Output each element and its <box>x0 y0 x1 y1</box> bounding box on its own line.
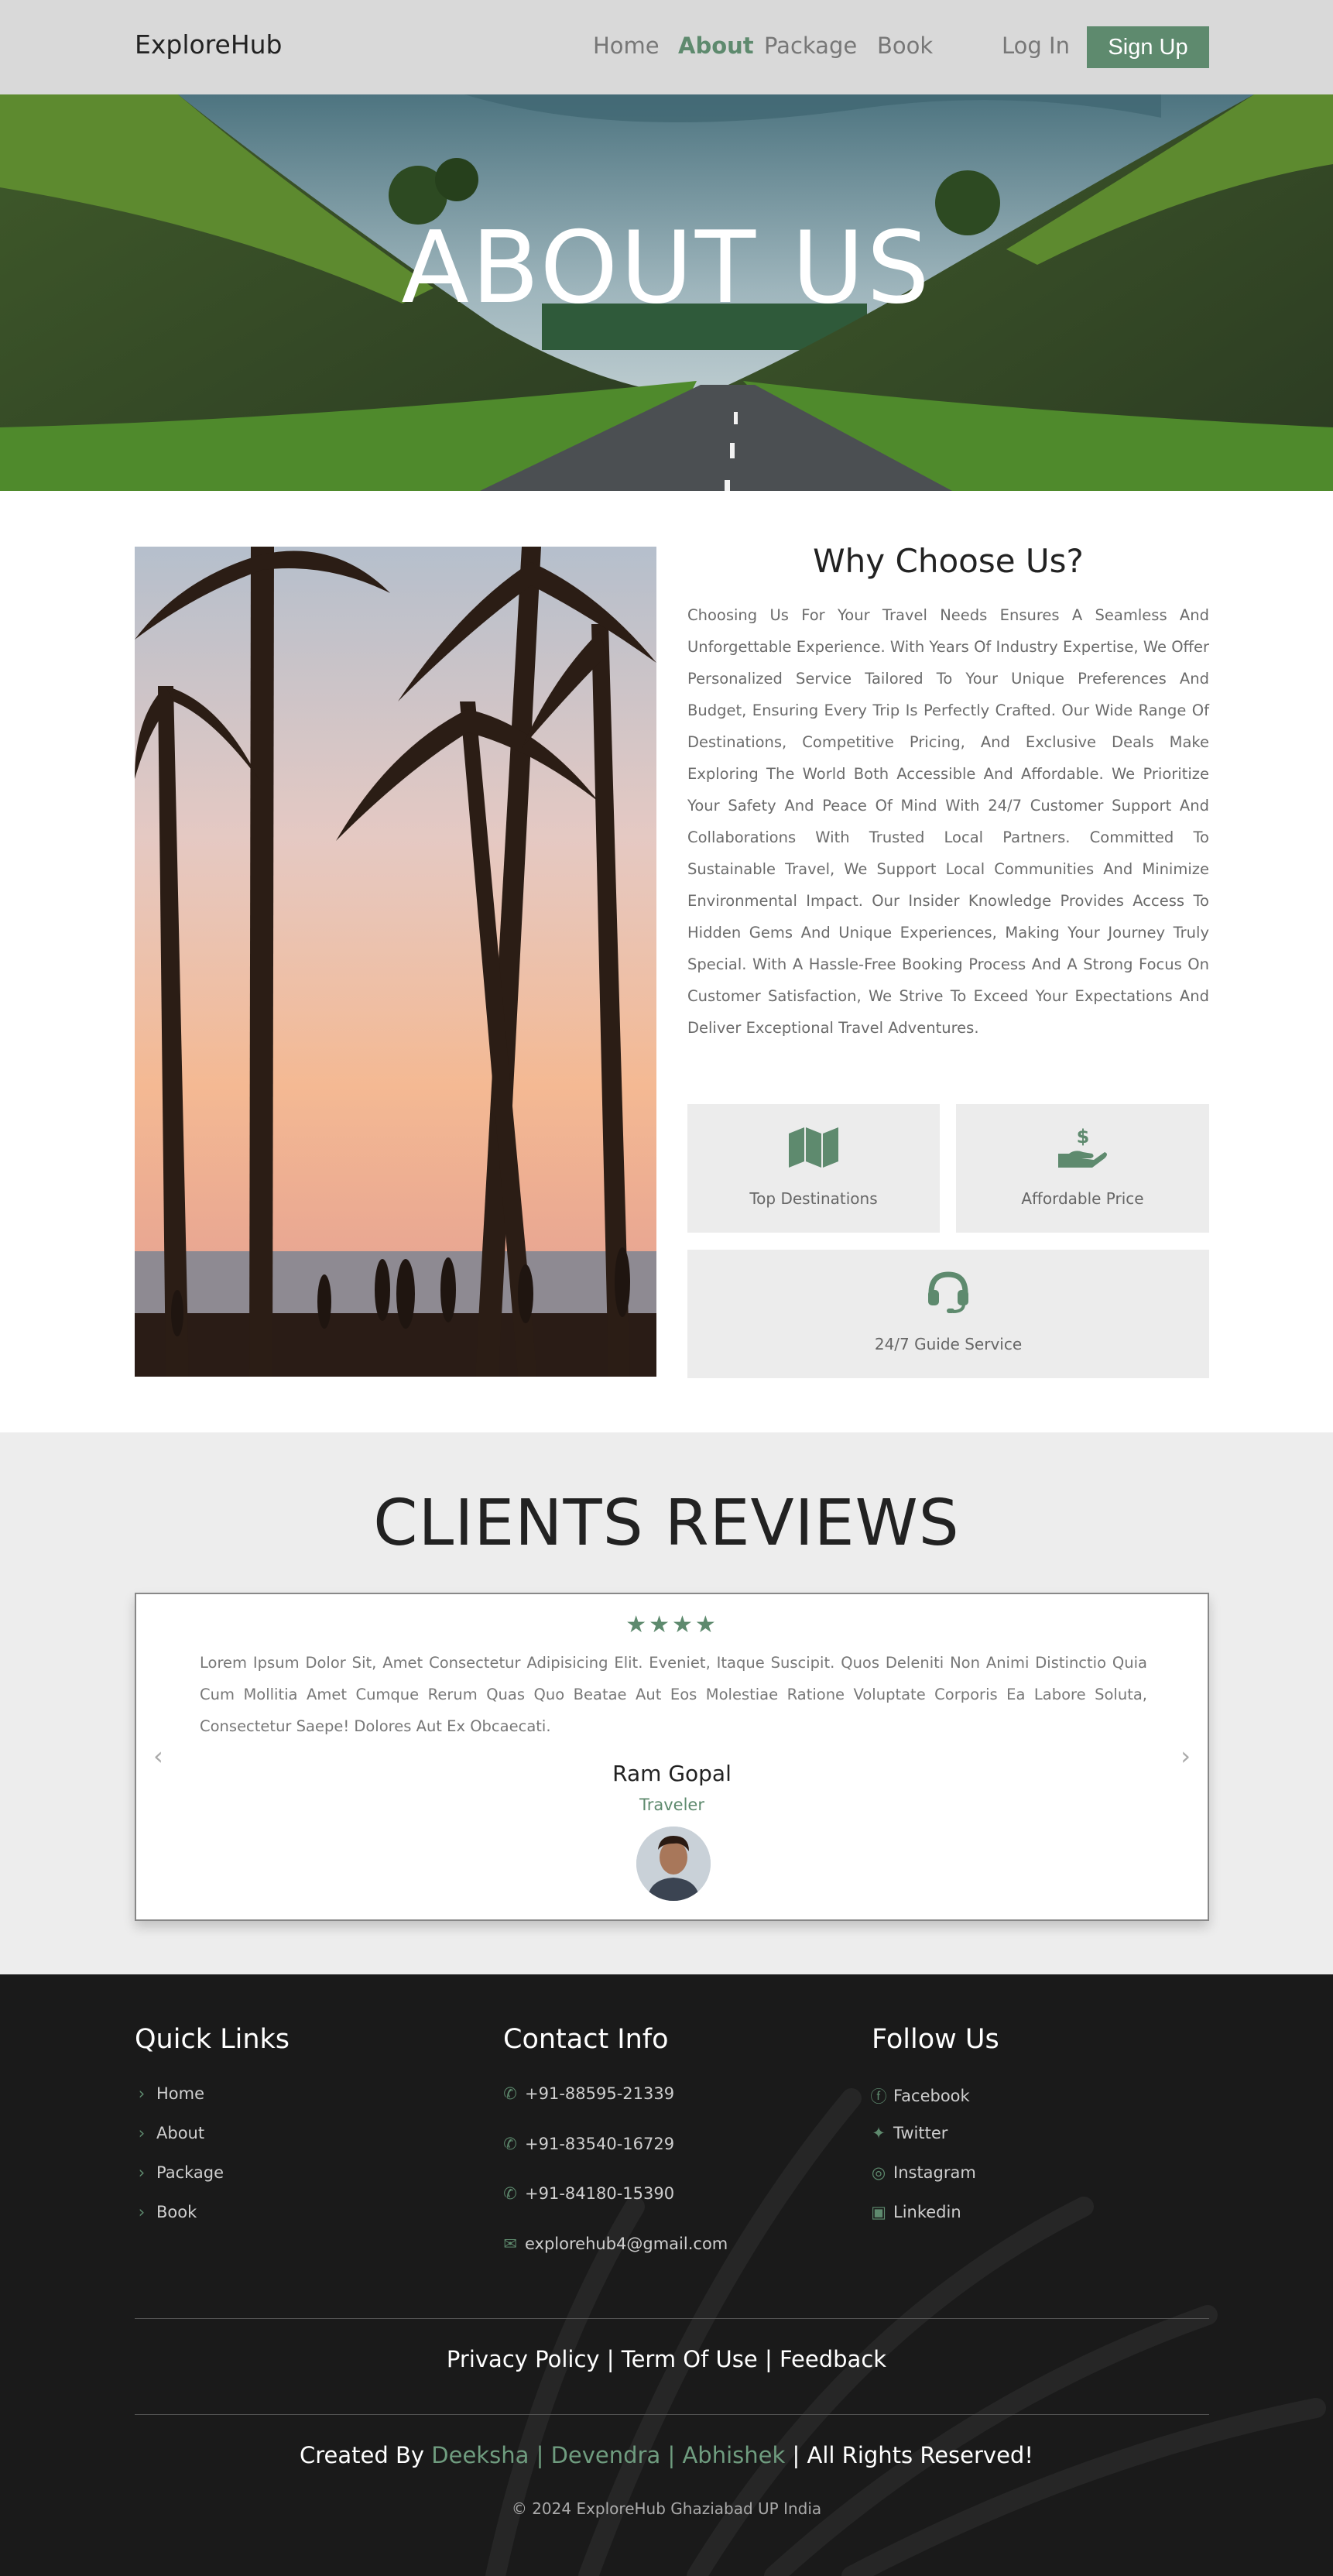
chevron-right-icon: › <box>138 2124 146 2142</box>
login-link[interactable]: Log In <box>1002 33 1070 59</box>
feedback-link[interactable]: Feedback <box>780 2346 886 2372</box>
nav-book[interactable]: Book <box>877 33 933 59</box>
phone-icon: ✆ <box>503 2184 517 2203</box>
footer-link-book[interactable]: › Book <box>135 2203 197 2221</box>
carousel-next-button[interactable]: › <box>1181 1741 1191 1771</box>
feature-guide-service: 24/7 Guide Service <box>687 1250 1209 1378</box>
linkedin-icon: ▣ <box>871 2203 886 2221</box>
nav-about[interactable]: About <box>678 33 754 59</box>
quick-links-title: Quick Links <box>135 2024 290 2055</box>
phone-icon: ✆ <box>503 2084 517 2103</box>
feature-affordable-price: $ Affordable Price <box>956 1104 1209 1233</box>
feature-top-destinations: Top Destinations <box>687 1104 940 1233</box>
separator: | <box>529 2442 551 2468</box>
policy-links: Privacy Policy | Term Of Use | Feedback <box>0 2346 1333 2372</box>
copyright: © 2024 ExploreHub Ghaziabad UP India <box>511 2499 822 2518</box>
map-icon <box>687 1127 940 1168</box>
social-linkedin[interactable]: ▣ Linkedin <box>871 2203 961 2221</box>
carousel-prev-button[interactable]: ‹ <box>153 1741 163 1771</box>
footer-link-about[interactable]: › About <box>135 2124 204 2142</box>
svg-text:$: $ <box>1076 1126 1089 1147</box>
hero-banner: ABOUT US <box>0 94 1333 491</box>
footer-link-home[interactable]: › Home <box>135 2084 204 2103</box>
credit-devendra[interactable]: Devendra <box>551 2442 661 2468</box>
follow-us-title: Follow Us <box>872 2024 999 2055</box>
headset-icon <box>687 1268 1209 1315</box>
separator: | <box>599 2346 622 2372</box>
phone-icon: ✆ <box>503 2135 517 2153</box>
nav-home[interactable]: Home <box>593 33 660 59</box>
social-twitter[interactable]: ✦ Twitter <box>872 2124 947 2142</box>
avatar <box>636 1827 711 1901</box>
separator: | <box>757 2346 780 2372</box>
twitter-icon: ✦ <box>872 2124 886 2142</box>
contact-phone-3[interactable]: ✆ +91-84180-15390 <box>503 2184 674 2203</box>
terms-link[interactable]: Term Of Use <box>622 2346 758 2372</box>
footer: Quick Links › Home › About › Package › Book … <box>0 1974 1333 2576</box>
credit-abhishek[interactable]: Abhishek <box>682 2442 785 2468</box>
instagram-icon: ◎ <box>871 2163 886 2182</box>
signup-button[interactable]: Sign Up <box>1087 26 1209 68</box>
contact-email[interactable]: ✉ explorehub4@gmail.com <box>503 2235 728 2253</box>
credits: Created By Deeksha | Devendra | Abhishek… <box>300 2442 1033 2468</box>
chevron-right-icon: › <box>138 2084 146 2103</box>
contact-phone-2[interactable]: ✆ +91-83540-16729 <box>503 2135 674 2153</box>
rating-stars: ★★★★ <box>625 1611 718 1638</box>
chevron-right-icon: › <box>138 2163 146 2182</box>
privacy-policy-link[interactable]: Privacy Policy <box>447 2346 600 2372</box>
logo[interactable]: ExploreHub <box>135 29 283 60</box>
review-text: Lorem Ipsum Dolor Sit, Amet Consectetur … <box>200 1654 1147 1735</box>
envelope-icon: ✉ <box>503 2235 517 2253</box>
feature-label: Top Destinations <box>749 1189 878 1208</box>
why-choose-us-text: Choosing Us For Your Travel Needs Ensure… <box>687 606 1209 1037</box>
contact-phone-1[interactable]: ✆ +91-88595-21339 <box>503 2084 674 2103</box>
review-card: ★★★★ Lorem Ipsum Dolor Sit, Amet Consect… <box>135 1593 1209 1921</box>
footer-divider <box>135 2414 1209 2415</box>
feature-label: 24/7 Guide Service <box>874 1335 1023 1353</box>
facebook-icon: ⓕ <box>870 2087 887 2106</box>
nav-package[interactable]: Package <box>764 33 857 59</box>
beach-palms-image <box>135 547 656 1377</box>
reviews-title: CLIENTS REVIEWS <box>373 1487 960 1560</box>
footer-divider <box>135 2318 1209 2319</box>
social-facebook[interactable]: ⓕ Facebook <box>870 2084 970 2108</box>
navbar: ExploreHub Home About Package Book Log I… <box>0 0 1333 94</box>
credit-deeksha[interactable]: Deeksha <box>431 2442 529 2468</box>
reviewer-role: Traveler <box>639 1796 704 1814</box>
hero-title: ABOUT US <box>401 211 932 326</box>
separator: | <box>660 2442 683 2468</box>
hand-dollar-icon: $ <box>956 1126 1209 1169</box>
chevron-right-icon: › <box>138 2203 146 2221</box>
feature-label: Affordable Price <box>1021 1189 1144 1208</box>
separator: | <box>785 2442 807 2468</box>
social-instagram[interactable]: ◎ Instagram <box>872 2163 976 2182</box>
contact-info-title: Contact Info <box>503 2024 669 2055</box>
footer-link-package[interactable]: › Package <box>135 2163 224 2182</box>
why-choose-us-title: Why Choose Us? <box>813 542 1084 580</box>
reviewer-name: Ram Gopal <box>612 1761 732 1786</box>
palm-leaf-background <box>485 2088 1326 2576</box>
